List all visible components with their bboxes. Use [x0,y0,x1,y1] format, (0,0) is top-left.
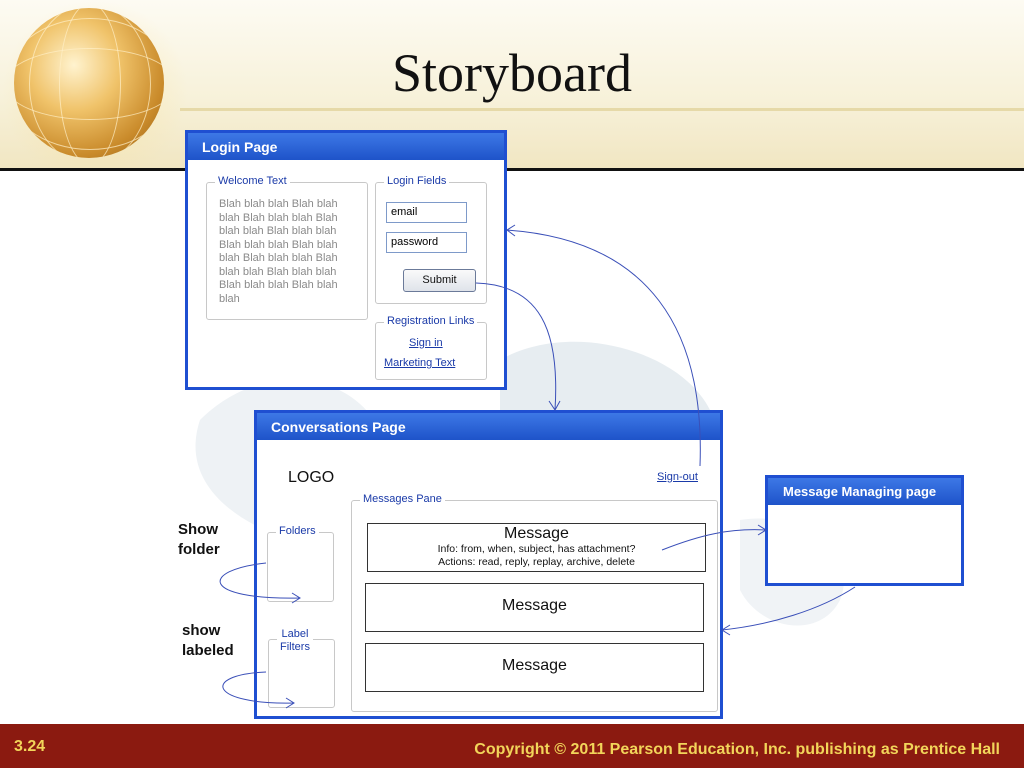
slide-number: 3.24 [14,738,46,755]
arrow-message-to-managing [661,529,767,551]
arrow-show-labeled [222,671,295,704]
storyboard-arrows [219,224,856,709]
arrow-show-folder [219,562,301,599]
arrow-head [548,400,561,411]
slide-footer: 3.24 Copyright © 2011 Pearson Education,… [0,724,1024,768]
copyright-text: Copyright © 2011 Pearson Education, Inc.… [474,741,1000,758]
arrow-submit-to-conversations [475,282,557,411]
arrow-signout-to-login [506,229,701,467]
arrow-managing-to-messages [721,586,856,631]
